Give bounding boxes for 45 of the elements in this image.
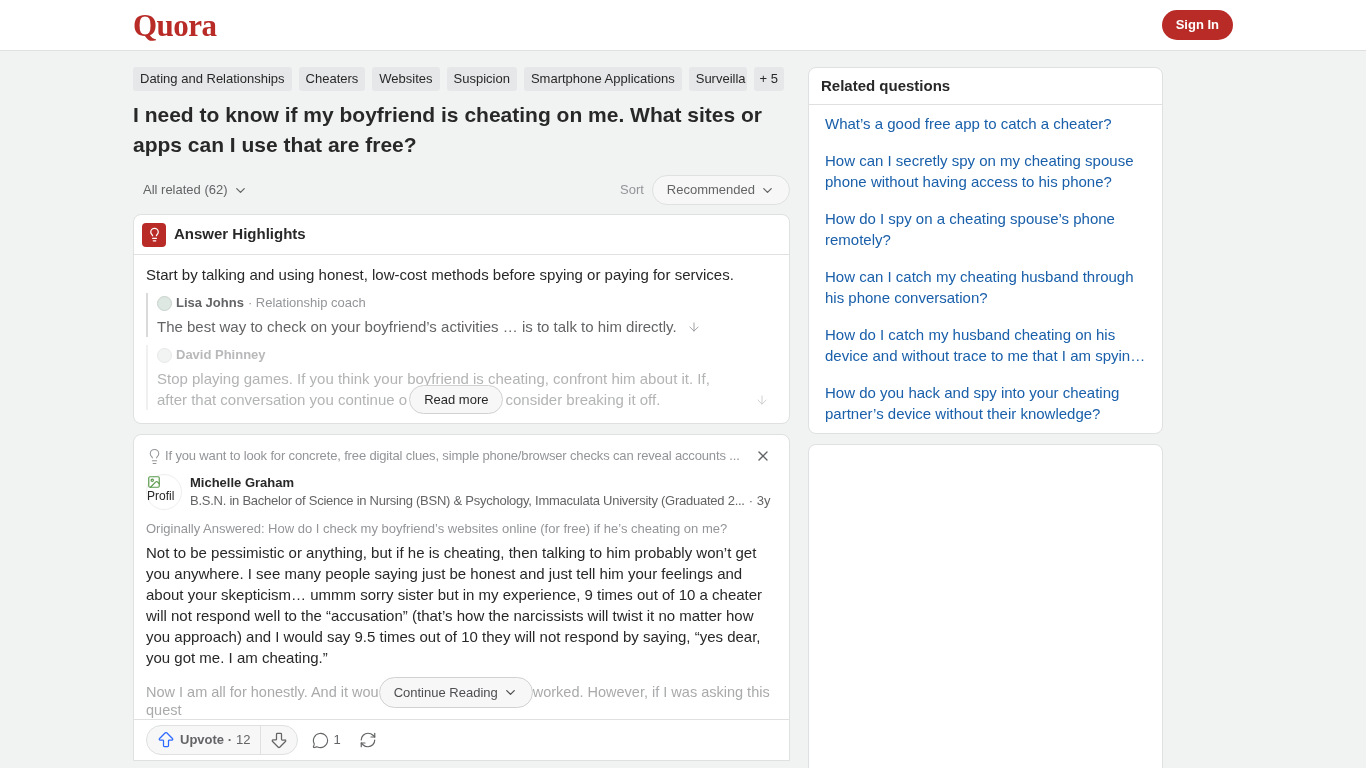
related-question-link[interactable]: How do I catch my husband cheating on his device and without trace to me that I am spyin… bbox=[825, 316, 1150, 374]
avatar-icon bbox=[157, 295, 172, 311]
answer-age[interactable]: · 3y bbox=[748, 492, 771, 510]
related-question-link[interactable]: How do I spy on a cheating spouse’s phone remotely? bbox=[825, 200, 1150, 258]
quote-text: consider breaking it off. bbox=[505, 390, 661, 410]
sort-label: Sort bbox=[620, 181, 644, 200]
author-credential: · Relationship coach bbox=[247, 294, 366, 313]
related-question-link[interactable]: How do you hack and spy into your cheating partner’s device without their knowledge? bbox=[825, 374, 1150, 432]
author-credential: B.S.N. in Bachelor of Science in Nursing (BSN) & Psychology, Immaculata University (Graduated 2... bbox=[190, 492, 745, 510]
related-question-link[interactable]: How can I secretly spy on my cheating spouse phone without having access to his phone? bbox=[825, 142, 1150, 200]
image-icon bbox=[147, 475, 161, 489]
topic-tag[interactable]: Cheaters bbox=[298, 67, 366, 91]
related-question-link[interactable]: How can I catch my cheating husband through his phone conversation? bbox=[825, 258, 1150, 316]
answer-preview-text: Now I am all for honestly. And it wou bbox=[146, 683, 379, 702]
comments-button[interactable]: 1 bbox=[306, 725, 347, 755]
topic-tag[interactable]: Suspicion bbox=[446, 67, 517, 91]
upvote-arrow-icon bbox=[156, 730, 176, 750]
author-name[interactable]: Michelle Graham bbox=[190, 474, 771, 492]
circular-arrows-icon bbox=[358, 731, 377, 749]
topic-tag[interactable]: Dating and Relationships bbox=[133, 67, 292, 91]
answer-text: Not to be pessimistic or anything, but if he is cheating, then talking to him probably won’t get you anywhere. I see many people saying just be honest and just tell him your feelings and about your skepticism… ummm sorry sister but in my experience, 9 times out of 10 a cheater will not respond well to the “accusation” (that’s how the narcissists will twist it no matter how you approach) and I would say 9.5 times out of 10 they will not respond by saying, “yes dear, you got me. I am cheating.” bbox=[146, 543, 764, 668]
related-question-link[interactable]: What’s a good free app to catch a cheater? bbox=[825, 105, 1150, 142]
upvote-button[interactable]: Upvote · 12 bbox=[147, 726, 262, 754]
topic-tag[interactable]: Surveilla bbox=[688, 67, 747, 91]
topic-tag[interactable]: Websites bbox=[372, 67, 440, 91]
answer-preview-text: quest bbox=[146, 703, 183, 718]
author-name[interactable]: Lisa Johns bbox=[176, 293, 244, 313]
sign-in-button[interactable]: Sign In bbox=[1161, 10, 1233, 40]
card-title: Related questions bbox=[821, 75, 951, 96]
question-title: I need to know if my boyfriend is cheating on me. What sites or apps can I use that are free? bbox=[133, 102, 763, 158]
card-title: Answer Highlights bbox=[174, 224, 306, 245]
quote-text: The best way to check on your boyfriend’s activities … is to talk to him directly. bbox=[157, 317, 677, 337]
highlights-summary: Start by talking and using honest, low-cost methods before spying or paying for services. bbox=[146, 265, 735, 285]
sort-dropdown[interactable]: Recommended bbox=[651, 175, 790, 205]
more-topics-tag[interactable]: + 5 bbox=[753, 67, 784, 91]
image-alt-text: Profil bbox=[147, 489, 175, 503]
answer-preview-text: worked. However, if I was asking this bbox=[532, 683, 770, 702]
speech-bubble-icon bbox=[312, 731, 330, 749]
lightbulb-icon bbox=[142, 222, 166, 247]
read-more-button[interactable]: Read more bbox=[409, 385, 504, 414]
topic-tag[interactable]: Smartphone Applications bbox=[523, 67, 682, 91]
continue-reading-button[interactable]: Continue Reading bbox=[378, 677, 533, 708]
quora-logo[interactable]: Quora bbox=[133, 9, 217, 41]
quote-text: after that conversation you continue o bbox=[157, 390, 408, 410]
all-related-filter[interactable]: All related (62) bbox=[133, 180, 248, 200]
